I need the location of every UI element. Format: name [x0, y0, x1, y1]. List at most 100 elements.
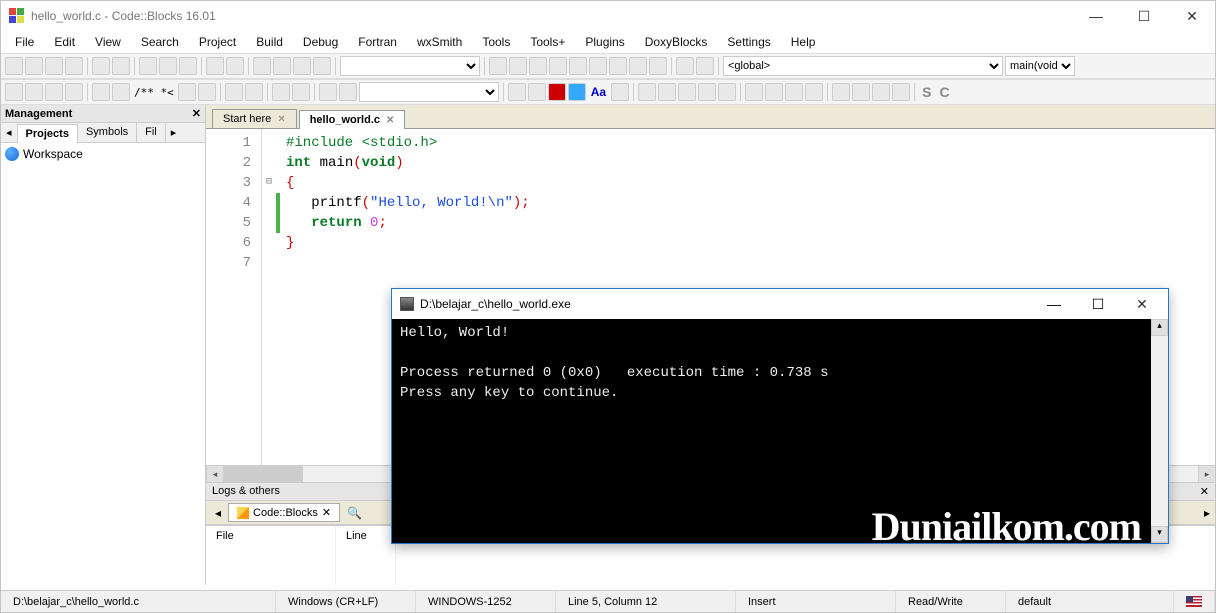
- menu-tools[interactable]: Tools: [474, 33, 518, 51]
- paste-icon[interactable]: [179, 57, 197, 75]
- abort-icon[interactable]: [225, 83, 243, 101]
- mgmt-tab-left-icon[interactable]: ◂: [1, 123, 17, 142]
- menu-edit[interactable]: Edit: [46, 33, 83, 51]
- e2-icon[interactable]: [528, 83, 546, 101]
- save-icon[interactable]: [45, 57, 63, 75]
- highlight-icon[interactable]: [548, 83, 566, 101]
- tab-files[interactable]: Fil: [137, 123, 166, 142]
- cut-icon[interactable]: [139, 57, 157, 75]
- function-select[interactable]: main(void): [1005, 56, 1075, 76]
- back-icon[interactable]: [5, 83, 23, 101]
- fold-column[interactable]: ⊟: [262, 129, 276, 465]
- tab-start-close-icon[interactable]: ✕: [277, 114, 285, 125]
- console-titlebar[interactable]: D:\belajar_c\hello_world.exe — ☐ ✕: [392, 289, 1168, 319]
- info-icon[interactable]: [696, 57, 714, 75]
- menu-plugins[interactable]: Plugins: [577, 33, 632, 51]
- replace-icon[interactable]: [226, 57, 244, 75]
- selection-icon[interactable]: [568, 83, 586, 101]
- menu-project[interactable]: Project: [191, 33, 244, 51]
- doxy4-icon[interactable]: [198, 83, 216, 101]
- jump-back-icon[interactable]: [319, 83, 337, 101]
- scroll-right-icon[interactable]: ▸: [1198, 466, 1215, 482]
- w6-icon[interactable]: [765, 83, 783, 101]
- break-icon[interactable]: [629, 57, 647, 75]
- menu-build[interactable]: Build: [248, 33, 291, 51]
- run-icon[interactable]: [273, 57, 291, 75]
- menu-file[interactable]: File: [7, 33, 42, 51]
- search-results-icon[interactable]: 🔍: [342, 504, 367, 522]
- w1-icon[interactable]: [658, 83, 676, 101]
- search-combo[interactable]: [359, 82, 499, 102]
- scope-select[interactable]: <global>: [723, 56, 1003, 76]
- run-to-cursor-icon[interactable]: [509, 57, 527, 75]
- menu-view[interactable]: View: [87, 33, 129, 51]
- menu-debug[interactable]: Debug: [295, 33, 346, 51]
- logs-tab-close-icon[interactable]: ✕: [322, 506, 331, 519]
- abort2-icon[interactable]: [245, 83, 263, 101]
- match-case-icon[interactable]: Aa: [588, 85, 609, 99]
- w7-icon[interactable]: [785, 83, 803, 101]
- w8-icon[interactable]: [805, 83, 823, 101]
- pointer-icon[interactable]: [638, 83, 656, 101]
- scroll-left-icon[interactable]: ◂: [206, 466, 223, 482]
- menu-search[interactable]: Search: [133, 33, 187, 51]
- find-icon[interactable]: [206, 57, 224, 75]
- next-line-icon[interactable]: [529, 57, 547, 75]
- doxy2-icon[interactable]: [112, 83, 130, 101]
- console-scroll-down-icon[interactable]: ▾: [1151, 526, 1168, 543]
- b1-icon[interactable]: [272, 83, 290, 101]
- minimize-button[interactable]: —: [1081, 8, 1111, 25]
- b2-icon[interactable]: [292, 83, 310, 101]
- tab-file-close-icon[interactable]: ✕: [386, 115, 394, 126]
- rebuild-icon[interactable]: [313, 57, 331, 75]
- c-icon[interactable]: C: [936, 84, 952, 100]
- menu-settings[interactable]: Settings: [719, 33, 778, 51]
- w12-icon[interactable]: [892, 83, 910, 101]
- w10-icon[interactable]: [852, 83, 870, 101]
- forward-icon[interactable]: [25, 83, 43, 101]
- logs-tab-codeblocks[interactable]: Code::Blocks ✕: [228, 503, 340, 522]
- redo-icon[interactable]: [112, 57, 130, 75]
- w11-icon[interactable]: [872, 83, 890, 101]
- step-instr-icon[interactable]: [609, 57, 627, 75]
- doxy-icon[interactable]: [92, 83, 110, 101]
- debug-windows-icon[interactable]: [676, 57, 694, 75]
- console-scrollbar[interactable]: ▴ ▾: [1151, 319, 1168, 543]
- regex-icon[interactable]: [611, 83, 629, 101]
- next-instr-icon[interactable]: [589, 57, 607, 75]
- stop-icon[interactable]: [649, 57, 667, 75]
- e1-icon[interactable]: [508, 83, 526, 101]
- workspace-item[interactable]: Workspace: [5, 147, 201, 161]
- doxy3-icon[interactable]: [178, 83, 196, 101]
- mgmt-tab-right-icon[interactable]: ▸: [166, 123, 182, 142]
- tab-start-here[interactable]: Start here ✕: [212, 109, 297, 128]
- menu-help[interactable]: Help: [783, 33, 824, 51]
- copy-icon[interactable]: [159, 57, 177, 75]
- step-out-icon[interactable]: [569, 57, 587, 75]
- console-close-button[interactable]: ✕: [1120, 290, 1164, 318]
- logs-tab-left-icon[interactable]: ◂: [210, 504, 226, 522]
- target-select[interactable]: [340, 56, 480, 76]
- build-run-icon[interactable]: [293, 57, 311, 75]
- menu-toolsplus[interactable]: Tools+: [522, 33, 573, 51]
- step-into-icon[interactable]: [549, 57, 567, 75]
- logs-close-icon[interactable]: ✕: [1200, 485, 1209, 498]
- s-icon[interactable]: S: [919, 84, 934, 100]
- console-scroll-up-icon[interactable]: ▴: [1151, 319, 1168, 336]
- close-button[interactable]: ✕: [1177, 8, 1207, 25]
- console-output[interactable]: Hello, World! Process returned 0 (0x0) e…: [392, 319, 1151, 543]
- open-icon[interactable]: [25, 57, 43, 75]
- undo-icon[interactable]: [92, 57, 110, 75]
- w5-icon[interactable]: [745, 83, 763, 101]
- maximize-button[interactable]: ☐: [1129, 8, 1159, 25]
- w2-icon[interactable]: [678, 83, 696, 101]
- menu-fortran[interactable]: Fortran: [350, 33, 405, 51]
- tab-projects[interactable]: Projects: [17, 124, 78, 143]
- jump-fwd-icon[interactable]: [339, 83, 357, 101]
- menu-wxsmith[interactable]: wxSmith: [409, 33, 470, 51]
- new-file-icon[interactable]: [5, 57, 23, 75]
- w3-icon[interactable]: [698, 83, 716, 101]
- logs-tab-right-icon[interactable]: ▸: [1199, 504, 1215, 522]
- w9-icon[interactable]: [832, 83, 850, 101]
- menu-doxyblocks[interactable]: DoxyBlocks: [637, 33, 716, 51]
